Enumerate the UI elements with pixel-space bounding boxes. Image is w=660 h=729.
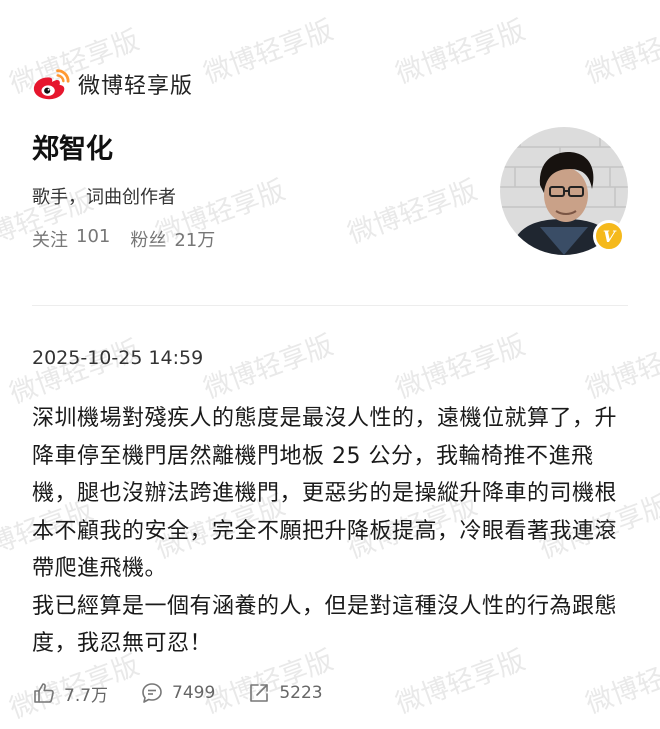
watermark-text: 微博轻享版 [343,174,482,250]
comment-count: 7499 [172,683,216,703]
like-button[interactable]: 7.7万 [32,681,108,706]
divider [32,305,628,306]
watermark-text: 微博轻享版 [391,329,530,405]
following-count: 101 [76,226,111,247]
following-label: 关注 [32,230,68,251]
post-body: 深圳機場對殘疾人的態度是最沒人性的，遠機位就算了，升降車停至機門居然離機門地板 … [32,400,632,663]
post-timestamp: 2025-10-25 14:59 [32,347,204,369]
repost-button[interactable]: 5223 [247,681,323,705]
share-icon [250,684,269,702]
weibo-logo-icon [33,69,70,100]
app-name: 微博轻享版 [78,74,194,99]
repost-count: 5223 [279,683,323,703]
profile-bio: 歌手，词曲创作者 [32,187,176,208]
post-actions: 7.7万 7499 5223 [32,678,355,708]
watermark-text: 微博轻享版 [391,14,530,90]
followers-count: 21万 [174,230,216,251]
watermark-text: 微博轻享版 [199,329,338,405]
watermark-text: 微博轻享版 [581,14,660,90]
post-paragraph: 我已經算是一個有涵養的人，但是對這種沒人性的行為跟態度，我忍無可忍！ [32,593,618,657]
thumbs-up-icon [34,683,54,703]
followers-label: 粉丝 [130,230,167,251]
profile-name[interactable]: 郑智化 [32,127,113,166]
watermark-text: 微博轻享版 [5,334,144,410]
app-header: 微博轻享版 [32,66,193,102]
watermark-text: 微博轻享版 [581,329,660,405]
verified-badge: V [593,220,625,252]
like-count: 7.7万 [64,685,109,706]
watermark-text: 微博轻享版 [199,14,338,90]
following-stat[interactable]: 关注 101 [32,226,110,252]
followers-stat[interactable]: 粉丝 21万 [130,226,215,252]
comment-icon [142,683,162,703]
profile-stats: 关注 101 粉丝 21万 [32,226,229,252]
post-paragraph: 深圳機場對殘疾人的態度是最沒人性的，遠機位就算了，升降車停至機門居然離機門地板 … [32,406,618,581]
comment-button[interactable]: 7499 [140,681,215,705]
